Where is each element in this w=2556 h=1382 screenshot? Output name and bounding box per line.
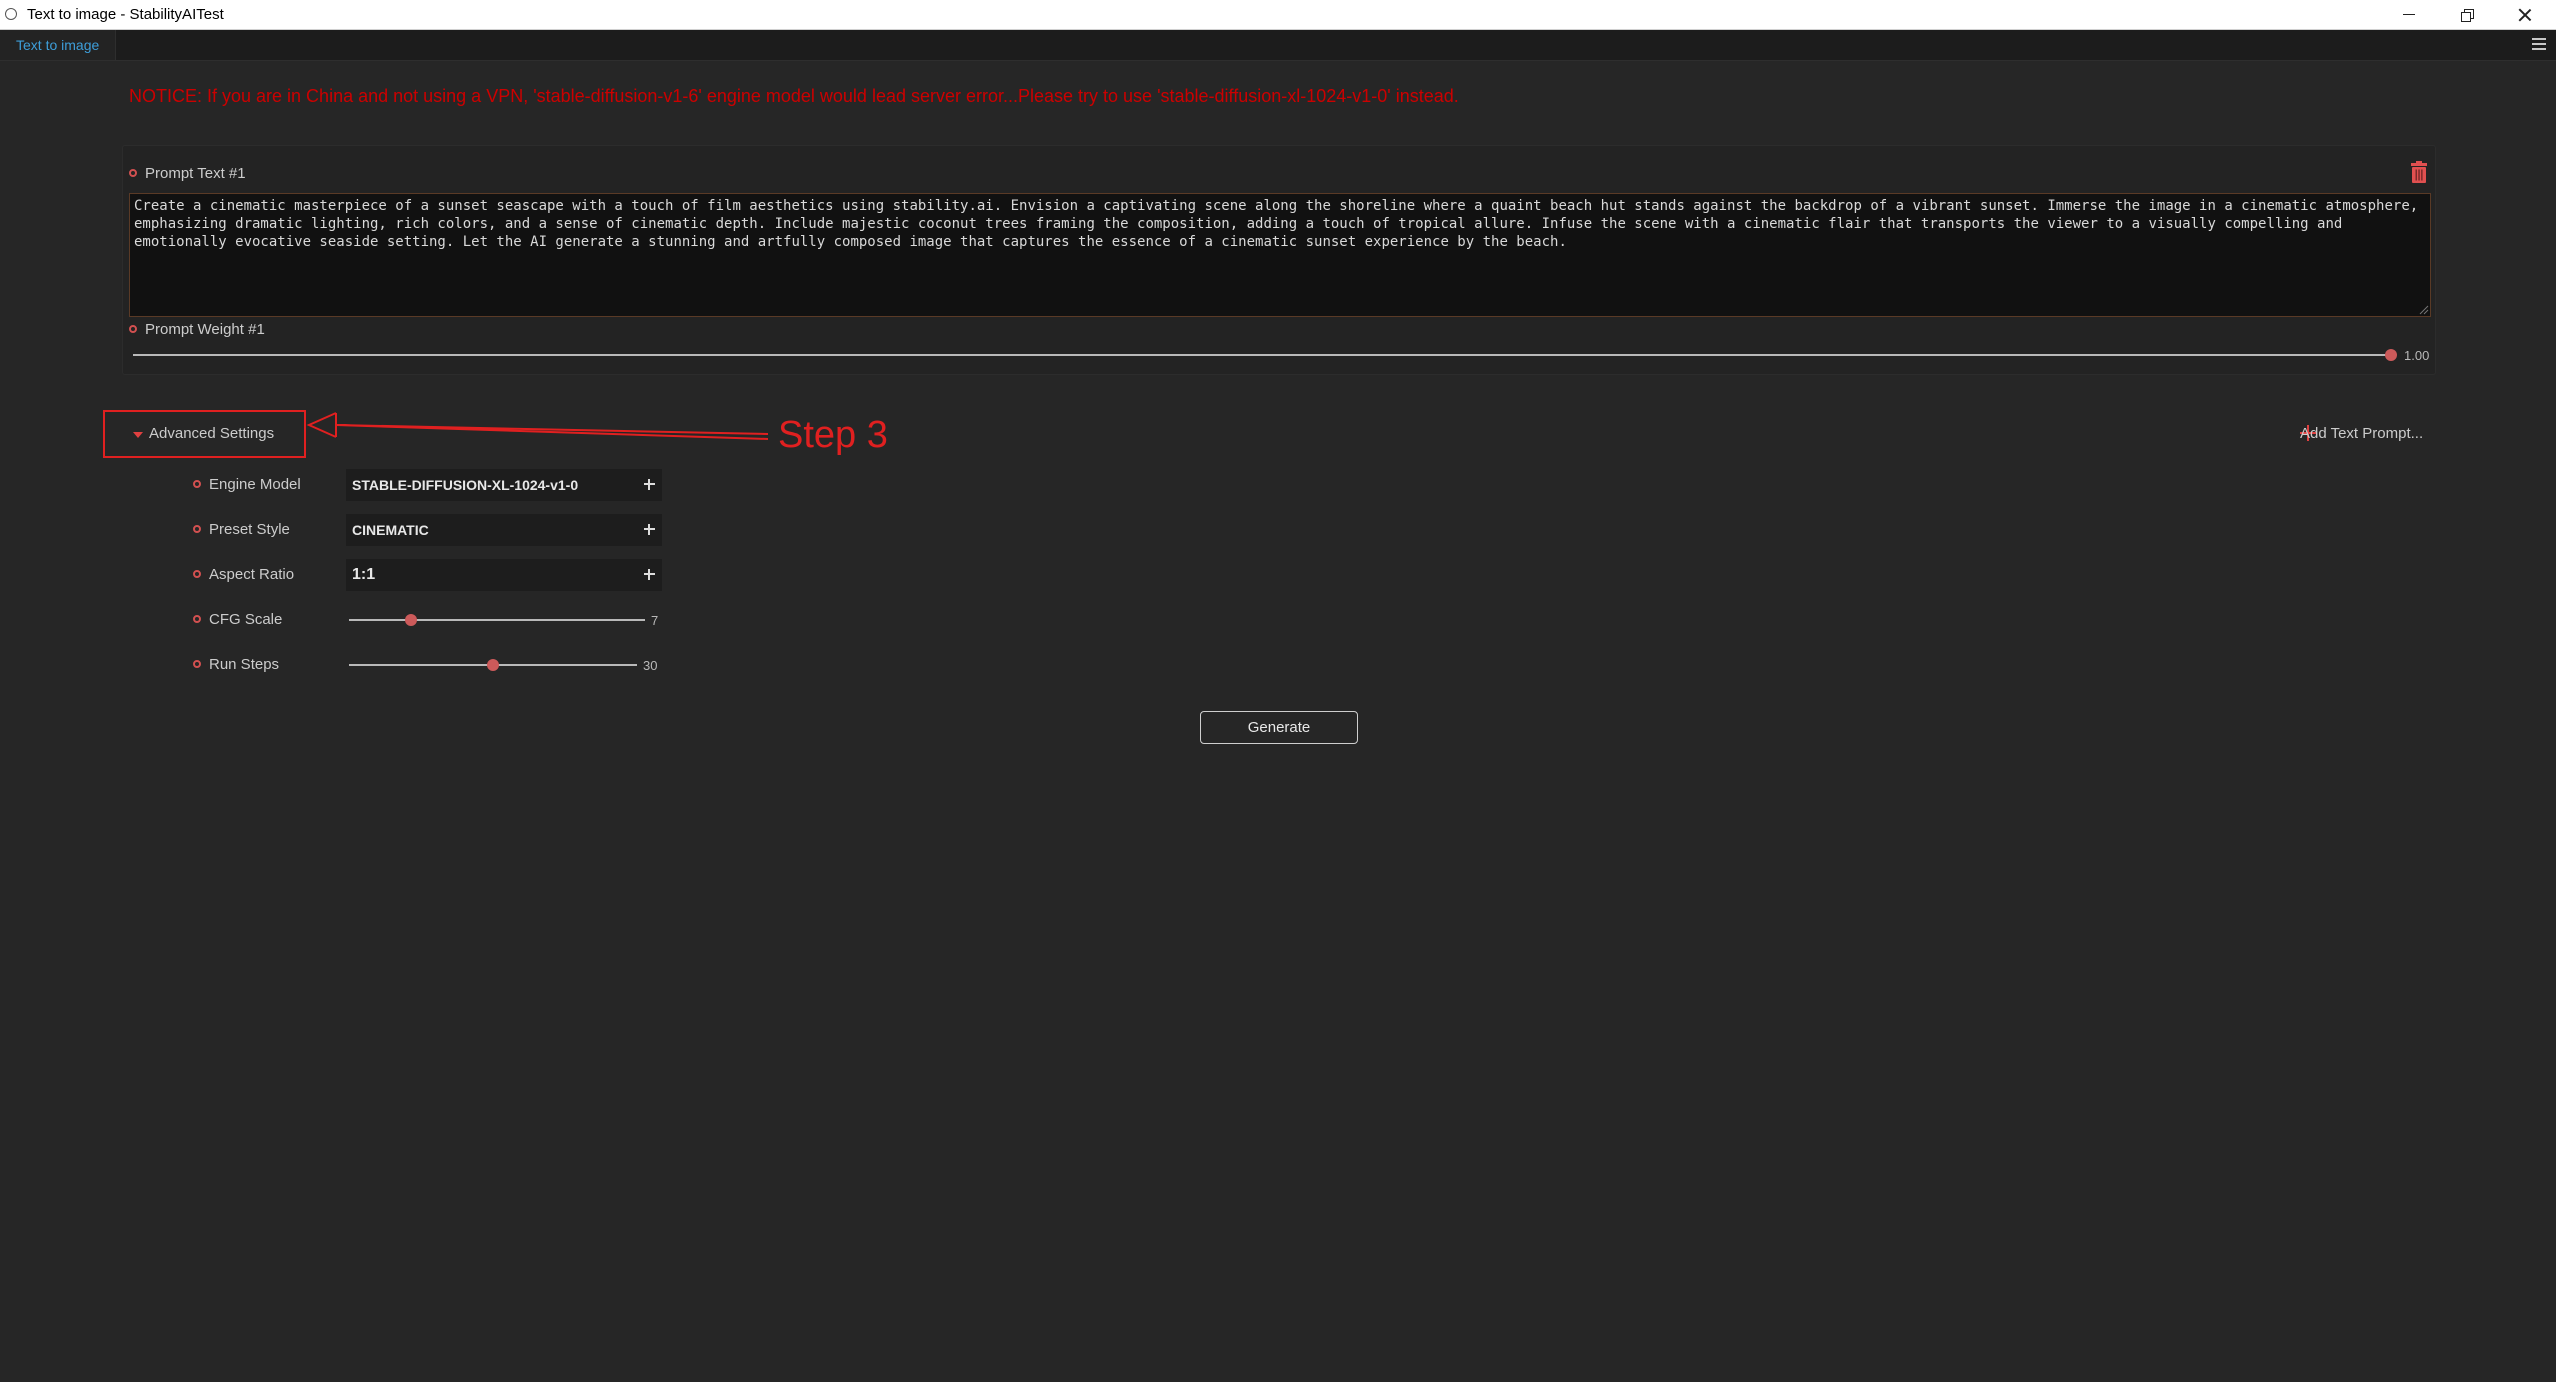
cfg-scale-slider-handle[interactable] [405,614,418,626]
title-bar: Text to image - StabilityAITest [0,0,2556,30]
prompt-text-input[interactable]: Create a cinematic masterpiece of a suns… [129,193,2431,317]
run-steps-label: Run Steps [209,656,280,673]
cfg-scale-value: 7 [651,613,659,628]
run-steps-value: 30 [643,658,658,673]
preset-style-label: Preset Style [209,521,290,538]
step-annotation: Step 3 [778,414,888,456]
generate-button[interactable]: Generate [1200,711,1358,744]
cfg-scale-slider-track[interactable] [349,619,645,621]
prompt-text-bullet-icon [129,169,137,177]
preset-style-select[interactable]: CINEMATIC [346,514,662,546]
engine-model-value: STABLE-DIFFUSION-XL-1024-v1-0 [352,477,579,493]
app-icon [5,8,17,20]
preset-style-value: CINEMATIC [352,522,429,538]
run-steps-slider-handle[interactable] [487,659,499,671]
add-text-prompt-button[interactable]: Add Text Prompt... [2276,423,2432,445]
prompt-weight-slider-handle[interactable] [2385,349,2397,361]
advanced-settings-label: Advanced Settings [149,425,275,442]
minimize-button[interactable] [2380,0,2438,29]
close-icon [2518,8,2532,22]
aspect-ratio-expand-icon[interactable] [644,569,655,580]
aspect-ratio-select[interactable]: 1:1 [346,559,662,591]
hamburger-menu-icon[interactable] [2532,38,2546,50]
prompt-text-label: Prompt Text #1 [145,165,246,182]
cfg-scale-label: CFG Scale [209,611,283,628]
prompt-weight-slider-track[interactable] [133,354,2391,356]
caret-down-icon [133,432,143,438]
annotation-arrow-icon [306,412,768,440]
engine-model-select[interactable]: STABLE-DIFFUSION-XL-1024-v1-0 [346,469,662,501]
window-title: Text to image - StabilityAITest [27,6,224,23]
aspect-ratio-value: 1:1 [352,566,376,583]
run-steps-bullet-icon [193,660,201,668]
engine-model-expand-icon[interactable] [644,479,655,490]
engine-model-label: Engine Model [209,476,301,493]
minimize-icon [2403,14,2415,15]
restore-icon [2461,8,2474,22]
add-text-prompt-label: Add Text Prompt... [2300,425,2424,442]
aspect-ratio-label: Aspect Ratio [209,566,295,583]
prompt-weight-label: Prompt Weight #1 [145,321,265,338]
advanced-settings-toggle[interactable]: Advanced Settings [103,410,306,458]
preset-style-bullet-icon [193,525,201,533]
notice-text: NOTICE: If you are in China and not usin… [129,86,1459,106]
cfg-scale-bullet-icon [193,615,201,623]
prompt-weight-value: 1.00 [2404,348,2430,363]
tab-bar: Text to image [0,30,2556,61]
prompt-weight-bullet-icon [129,325,137,333]
aspect-ratio-bullet-icon [193,570,201,578]
engine-model-bullet-icon [193,480,201,488]
restore-button[interactable] [2438,0,2496,29]
trash-icon[interactable] [2410,161,2428,183]
preset-style-expand-icon[interactable] [644,524,655,535]
close-button[interactable] [2496,0,2554,29]
resize-grip-icon[interactable] [2417,303,2429,315]
tab-text-to-image[interactable]: Text to image [0,30,117,60]
